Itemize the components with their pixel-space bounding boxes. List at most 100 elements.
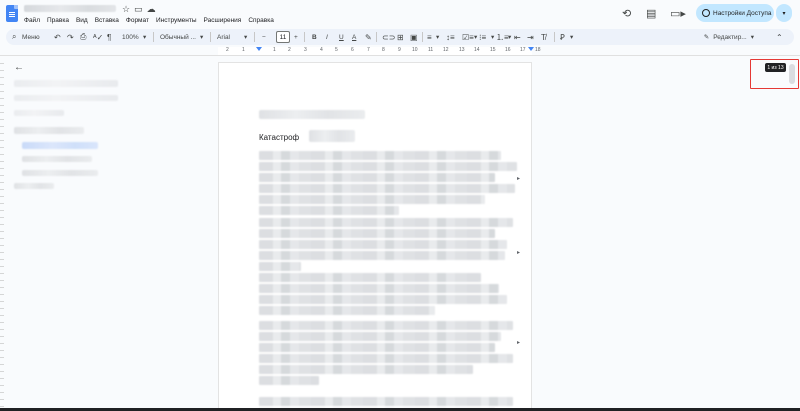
bold-button[interactable]: B [312, 29, 317, 45]
vertical-ruler [0, 57, 4, 411]
ruler-number: 4 [320, 47, 323, 53]
top-right-controls: ⟲ ▤ ▭▸ Настройки Доступа ▾ [600, 4, 800, 24]
highlight-annotation-box [750, 59, 799, 89]
divider [153, 32, 154, 42]
editing-mode-select[interactable]: ✎ Редактир... ▾ [704, 29, 754, 45]
font-select[interactable]: Arial [217, 29, 230, 45]
ruler-number: 6 [351, 47, 354, 53]
outline-item[interactable] [14, 127, 84, 134]
clear-format-icon[interactable]: T̸ [541, 29, 546, 45]
line-spacing-icon[interactable]: ↕≡ [446, 29, 455, 45]
spellcheck-icon[interactable]: ᴬ✓ [93, 29, 103, 45]
meet-icon[interactable]: ▭▸ [670, 7, 686, 20]
comments-icon[interactable]: ▤ [646, 7, 656, 20]
docs-logo-icon[interactable] [6, 5, 18, 22]
paragraph [259, 321, 513, 387]
share-dropdown-button[interactable]: ▾ [776, 4, 792, 22]
search-menu-label[interactable]: Меню [22, 29, 40, 45]
outline-item[interactable] [14, 110, 64, 116]
outline-heading [14, 95, 118, 101]
input-tools-icon[interactable]: Ꝑ [560, 29, 565, 45]
ruler-number: 10 [412, 47, 418, 53]
document-page[interactable]: Катастроф ▸ ▸ ▸ [218, 62, 532, 411]
numbered-list-icon[interactable]: ⒈≡ [496, 29, 509, 45]
ruler-number: 3 [304, 47, 307, 53]
input-tools-caret-icon: ▾ [570, 34, 574, 41]
image-icon[interactable]: ▣ [410, 29, 418, 45]
share-button[interactable]: Настройки Доступа [696, 4, 774, 22]
ruler-number: 8 [382, 47, 385, 53]
outline-item[interactable] [22, 156, 92, 162]
align-caret-icon: ▾ [436, 34, 440, 41]
comment-icon[interactable]: ⊞ [397, 29, 404, 45]
outline-item[interactable] [14, 183, 54, 189]
paragraph-marker-icon: ▸ [517, 176, 521, 182]
menu-insert[interactable]: Вставка [95, 16, 119, 25]
ruler-number: 13 [459, 47, 465, 53]
paragraph [259, 218, 513, 273]
star-icon[interactable]: ☆ [122, 4, 130, 14]
paragraph-marker-icon: ▸ [517, 250, 521, 256]
collapse-toolbar-icon[interactable]: ⌃ [776, 29, 783, 45]
menu-extensions[interactable]: Расширения [204, 16, 242, 25]
divider [422, 32, 423, 42]
search-menu-icon[interactable]: ⌕ [12, 29, 16, 45]
menu-edit[interactable]: Правка [47, 16, 69, 25]
bulleted-list-icon[interactable]: ⁝≡ [479, 29, 486, 45]
outline-item[interactable] [22, 170, 98, 176]
align-icon[interactable]: ≡ [427, 29, 432, 45]
number-caret-icon: ▾ [508, 34, 512, 41]
text-color-button[interactable]: A [352, 29, 356, 45]
underline-button[interactable]: U [339, 29, 344, 45]
menu-bar: Файл Правка Вид Вставка Формат Инструмен… [24, 16, 274, 25]
ruler-number: 12 [443, 47, 449, 53]
ruler-number: 7 [367, 47, 370, 53]
increase-font-button[interactable]: + [294, 29, 298, 45]
paragraph-marker-icon: ▸ [517, 340, 521, 346]
print-icon[interactable]: ⎙ [80, 29, 86, 45]
checklist-icon[interactable]: ☑≡ [462, 29, 474, 45]
ruler-number: 2 [226, 47, 229, 53]
menu-view[interactable]: Вид [76, 16, 88, 25]
menu-format[interactable]: Формат [126, 16, 149, 25]
page-heading [259, 110, 365, 119]
undo-icon[interactable]: ↶ [54, 29, 61, 45]
right-indent-marker[interactable] [528, 47, 534, 51]
link-icon[interactable]: ⊂⊃ [382, 29, 395, 45]
toolbar: ⌕ Меню ↶ ↷ ⎙ ᴬ✓ ¶ 100% ▾ Обычный ... ▾ A… [6, 29, 794, 45]
style-caret-icon: ▾ [200, 34, 204, 41]
ruler-number: 16 [505, 47, 511, 53]
decrease-indent-icon[interactable]: ⇤ [514, 29, 521, 45]
highlight-icon[interactable]: ✎ [365, 29, 372, 45]
horizontal-ruler: 2 1 1 2 3 4 5 6 7 8 9 10 11 12 13 14 15 … [0, 46, 800, 56]
redo-icon[interactable]: ↷ [67, 29, 74, 45]
divider [254, 32, 255, 42]
folder-icon[interactable]: ▭ [134, 4, 143, 14]
indent-marker[interactable] [256, 47, 262, 51]
history-icon[interactable]: ⟲ [622, 7, 631, 20]
zoom-select[interactable]: 100% [122, 29, 139, 45]
italic-button[interactable]: I [326, 29, 328, 45]
cloud-icon[interactable]: ☁ [147, 4, 156, 14]
divider [210, 32, 211, 42]
checklist-caret-icon: ▾ [474, 34, 478, 41]
menu-tools[interactable]: Инструменты [156, 16, 197, 25]
increase-indent-icon[interactable]: ⇥ [527, 29, 534, 45]
bullet-caret-icon: ▾ [491, 34, 495, 41]
outline-item-active[interactable] [22, 142, 98, 149]
decrease-font-button[interactable]: − [262, 29, 266, 45]
menu-help[interactable]: Справка [248, 16, 274, 25]
paragraph [259, 151, 517, 217]
zoom-caret-icon: ▾ [143, 34, 147, 41]
menu-file[interactable]: Файл [24, 16, 40, 25]
style-select[interactable]: Обычный ... [160, 29, 196, 45]
ruler-number: 1 [242, 47, 245, 53]
back-arrow-icon[interactable]: ← [14, 62, 24, 73]
document-title[interactable] [24, 5, 116, 12]
divider [554, 32, 555, 42]
font-size-input[interactable]: 11 [276, 31, 290, 43]
title-bar: ☆ ▭ ☁ Файл Правка Вид Вставка Формат Инс… [0, 0, 800, 28]
ruler-number: 5 [335, 47, 338, 53]
font-caret-icon: ▾ [244, 34, 248, 41]
paint-format-icon[interactable]: ¶ [107, 29, 111, 45]
